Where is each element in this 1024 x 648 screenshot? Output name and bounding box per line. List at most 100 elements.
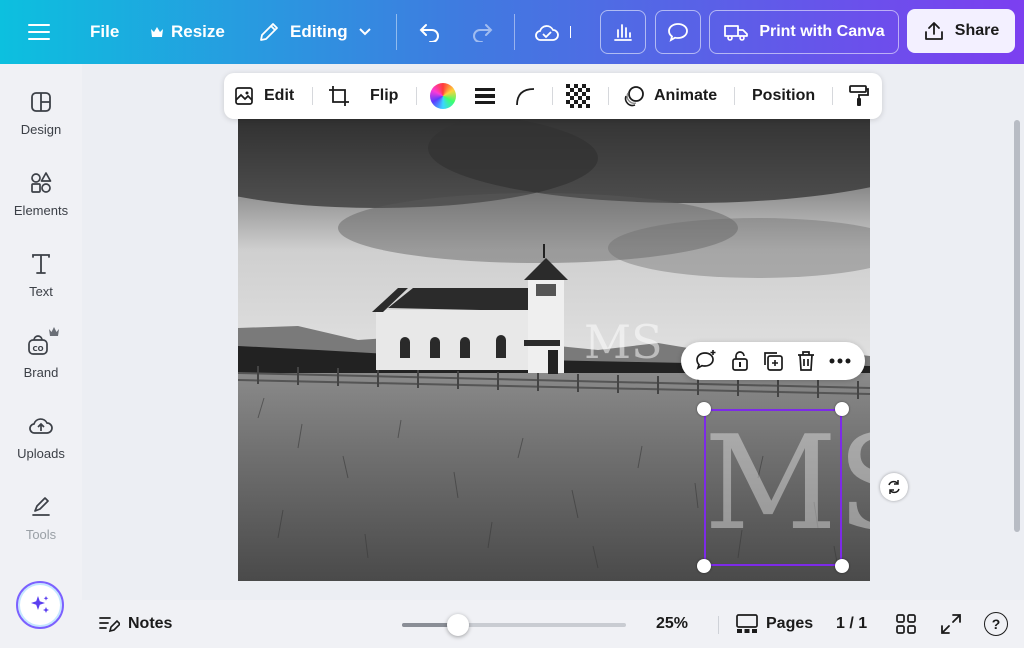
sidebar-item-uploads[interactable]: Uploads (0, 414, 82, 488)
sidebar-item-design[interactable]: Design (0, 90, 82, 164)
shapes-icon (31, 172, 52, 193)
resize-handle-top-left[interactable] (697, 402, 711, 416)
color-wheel-icon (430, 83, 456, 109)
edit-image-button[interactable]: Edit (234, 73, 294, 119)
animate-button[interactable]: Animate (622, 73, 717, 119)
resize-handle-bottom-right[interactable] (835, 559, 849, 573)
divider (570, 26, 571, 38)
crop-button[interactable] (328, 73, 350, 119)
element-actions-menu (681, 342, 865, 380)
share-button[interactable]: Share (907, 9, 1015, 53)
layout-icon (31, 92, 51, 112)
cloud-check-icon (535, 25, 559, 41)
text-icon (32, 254, 50, 274)
help-icon: ? (984, 612, 1008, 636)
pencil-icon (260, 23, 278, 41)
zoom-slider-knob[interactable] (447, 614, 469, 636)
transparency-icon (566, 84, 590, 108)
divider (718, 616, 719, 634)
print-with-canva-button[interactable]: Print with Canva (709, 10, 899, 54)
delete-button[interactable] (795, 349, 817, 373)
divider (396, 14, 397, 50)
left-sidebar: Design Elements Text CO Brand Uploads To… (0, 64, 82, 648)
zoom-level[interactable]: 25% (656, 600, 688, 648)
pages-button[interactable]: Pages (736, 600, 813, 648)
sidebar-item-tools[interactable]: Tools (0, 495, 82, 569)
crown-icon (49, 327, 59, 336)
sidebar-item-elements[interactable]: Elements (0, 171, 82, 245)
duplicate-button[interactable] (761, 349, 785, 373)
brand-icon-wrap: CO (26, 327, 59, 357)
expand-icon (941, 614, 961, 634)
divider (552, 87, 553, 105)
comment-icon (668, 23, 688, 42)
share-upload-icon (924, 22, 943, 40)
file-menu[interactable]: File (90, 0, 119, 64)
position-button[interactable]: Position (752, 73, 815, 119)
lock-icon (731, 351, 748, 371)
divider (416, 87, 417, 105)
copy-style-button[interactable] (848, 73, 870, 119)
color-button[interactable] (430, 73, 456, 119)
top-bar: File Resize Editing Print with Canva Sha… (0, 0, 1024, 64)
bar-chart-icon (614, 24, 632, 41)
paint-roller-icon (849, 85, 869, 106)
grid-view-button[interactable] (896, 600, 916, 648)
comment-plus-icon (696, 350, 716, 370)
more-options-button[interactable] (828, 357, 852, 365)
notes-button[interactable]: Notes (98, 600, 172, 648)
chevron-down-icon (358, 28, 371, 36)
sparkle-icon (31, 596, 49, 613)
sidebar-item-brand[interactable]: CO Brand (0, 327, 82, 407)
flip-button[interactable]: Flip (370, 73, 398, 119)
animate-icon (624, 86, 644, 107)
save-status-button[interactable] (534, 0, 571, 64)
divider (312, 87, 313, 105)
image-edit-icon (235, 87, 253, 105)
divider (832, 87, 833, 105)
hamburger-icon (28, 24, 50, 40)
small-watermark-text: MS (584, 315, 663, 369)
canvas-scrollbar[interactable] (1014, 120, 1020, 532)
lock-button[interactable] (729, 349, 751, 373)
fullscreen-button[interactable] (940, 600, 962, 648)
insights-button[interactable] (600, 10, 646, 54)
truck-icon (724, 25, 749, 41)
divider (734, 87, 735, 105)
pen-tool-icon (32, 497, 50, 516)
redo-icon (473, 24, 493, 42)
redo-button[interactable] (470, 0, 494, 64)
comments-button[interactable] (655, 10, 701, 54)
more-dots-icon (829, 358, 851, 364)
line-style-button[interactable] (474, 73, 496, 119)
resize-button[interactable]: Resize (150, 0, 225, 64)
selection-box[interactable] (704, 409, 842, 566)
brand-icon: CO (28, 335, 48, 355)
crop-icon (329, 86, 349, 106)
cloud-upload-icon (29, 418, 53, 434)
crown-icon (151, 27, 163, 37)
undo-button[interactable] (418, 0, 442, 64)
line-weight-icon (475, 88, 495, 104)
sidebar-item-text[interactable]: Text (0, 252, 82, 326)
zoom-slider[interactable] (402, 614, 626, 636)
context-toolbar: Edit Flip Animate Position (224, 73, 882, 119)
rotate-handle[interactable] (880, 473, 908, 501)
menu-button[interactable] (28, 0, 50, 64)
corner-rounding-button[interactable] (514, 73, 536, 119)
editing-mode-dropdown[interactable]: Editing (258, 0, 372, 64)
help-button[interactable]: ? (984, 600, 1008, 648)
transparency-button[interactable] (566, 73, 590, 119)
add-comment-button[interactable] (694, 349, 718, 373)
resize-handle-bottom-left[interactable] (697, 559, 711, 573)
pages-icon (736, 614, 758, 633)
trash-icon (798, 351, 815, 371)
resize-handle-top-right[interactable] (835, 402, 849, 416)
page-indicator: 1 / 1 (836, 615, 868, 632)
undo-icon (419, 24, 439, 42)
grid-icon (896, 614, 916, 634)
svg-text:CO: CO (32, 345, 43, 353)
divider (514, 14, 515, 50)
corner-radius-icon (516, 88, 535, 106)
magic-assistant-button[interactable] (16, 581, 64, 629)
